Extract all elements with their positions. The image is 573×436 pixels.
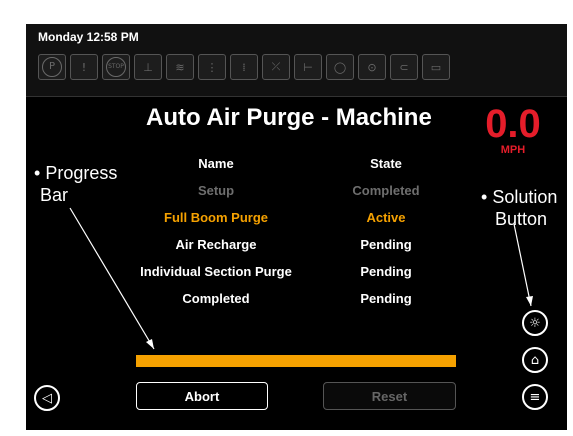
- status-bar: Monday 12:58 PM P! STOP ⊥ ≋ ⋮ ⁞ ⤫ ⊢ ◯ ⊙ ⊂ ▭: [26, 24, 567, 97]
- step-name: Setup: [197, 183, 235, 198]
- callout-text: Solution: [492, 187, 558, 207]
- speed-readout: 0.0 MPH: [478, 104, 548, 156]
- step-state: Pending: [360, 237, 412, 252]
- column-header-name: Name: [198, 156, 234, 171]
- valve-icon: ◯: [326, 54, 354, 80]
- spray-boom-icon: ⊥: [134, 54, 162, 80]
- reset-button[interactable]: Reset: [323, 382, 456, 410]
- step-name: Full Boom Purge: [164, 210, 268, 225]
- abort-button[interactable]: Abort: [136, 382, 268, 410]
- home-button[interactable]: ⌂: [522, 347, 548, 373]
- status-icon-row: P! STOP ⊥ ≋ ⋮ ⁞ ⤫ ⊢ ◯ ⊙ ⊂ ▭: [38, 54, 450, 80]
- solution-button[interactable]: ☼: [522, 310, 548, 336]
- warning-icon: !: [70, 54, 98, 80]
- filter-icon: ▭: [422, 54, 450, 80]
- table-header: Name State: [121, 150, 461, 177]
- leader-arrowhead-progress: [146, 339, 154, 349]
- step-name: Individual Section Purge: [140, 264, 292, 279]
- menu-button[interactable]: ≡: [522, 384, 548, 410]
- step-state: Pending: [360, 291, 412, 306]
- table-row: Setup Completed: [121, 177, 461, 204]
- fill-icon: ⊢: [294, 54, 322, 80]
- menu-icon: ≡: [529, 389, 541, 405]
- table-row: Full Boom Purge Active: [121, 204, 461, 231]
- display-screen: Monday 12:58 PM P! STOP ⊥ ≋ ⋮ ⁞ ⤫ ⊢ ◯ ⊙ ⊂ ▭ Auto Ai…: [26, 24, 567, 430]
- callout-text: Progress: [45, 163, 118, 183]
- clock: Monday 12:58 PM: [38, 30, 139, 44]
- callout-solution-button: • Solution Button: [481, 186, 557, 230]
- step-state: Active: [366, 210, 406, 225]
- leader-line-solution: [513, 223, 532, 307]
- speed-value: 0.0: [485, 102, 541, 146]
- no-spray-icon: ⤫: [262, 54, 290, 80]
- table-row: Completed Pending: [121, 285, 461, 312]
- stop-icon: STOP: [102, 54, 130, 80]
- back-button[interactable]: ◁: [34, 385, 60, 411]
- section-left-icon: ⋮: [198, 54, 226, 80]
- back-arrow-icon: ◁: [42, 390, 52, 406]
- section-center-icon: ⁞: [230, 54, 258, 80]
- pressure-icon: ⊙: [358, 54, 386, 80]
- table-row: Air Recharge Pending: [121, 231, 461, 258]
- callout-progress-bar: • Progress Bar: [34, 162, 117, 206]
- solution-icon: ☼: [529, 315, 541, 331]
- step-name: Air Recharge: [175, 237, 257, 252]
- page-title: Auto Air Purge - Machine: [146, 104, 432, 131]
- purge-steps-table: Name State Setup Completed Full Boom Pur…: [121, 150, 461, 312]
- callout-text: Button: [495, 209, 548, 229]
- home-icon: ⌂: [530, 352, 540, 368]
- table-row: Individual Section Purge Pending: [121, 258, 461, 285]
- callout-bullet: •: [34, 163, 41, 183]
- progress-bar: [136, 355, 456, 367]
- callout-bullet: •: [481, 187, 488, 207]
- column-header-state: State: [370, 156, 402, 171]
- step-name: Completed: [182, 291, 250, 306]
- callout-text: Bar: [40, 185, 69, 205]
- step-state: Pending: [360, 264, 412, 279]
- leader-arrowhead-solution: [526, 296, 533, 306]
- park-brake-icon: P: [38, 54, 66, 80]
- step-state: Completed: [352, 183, 420, 198]
- tank-level-icon: ≋: [166, 54, 194, 80]
- hitch-icon: ⊂: [390, 54, 418, 80]
